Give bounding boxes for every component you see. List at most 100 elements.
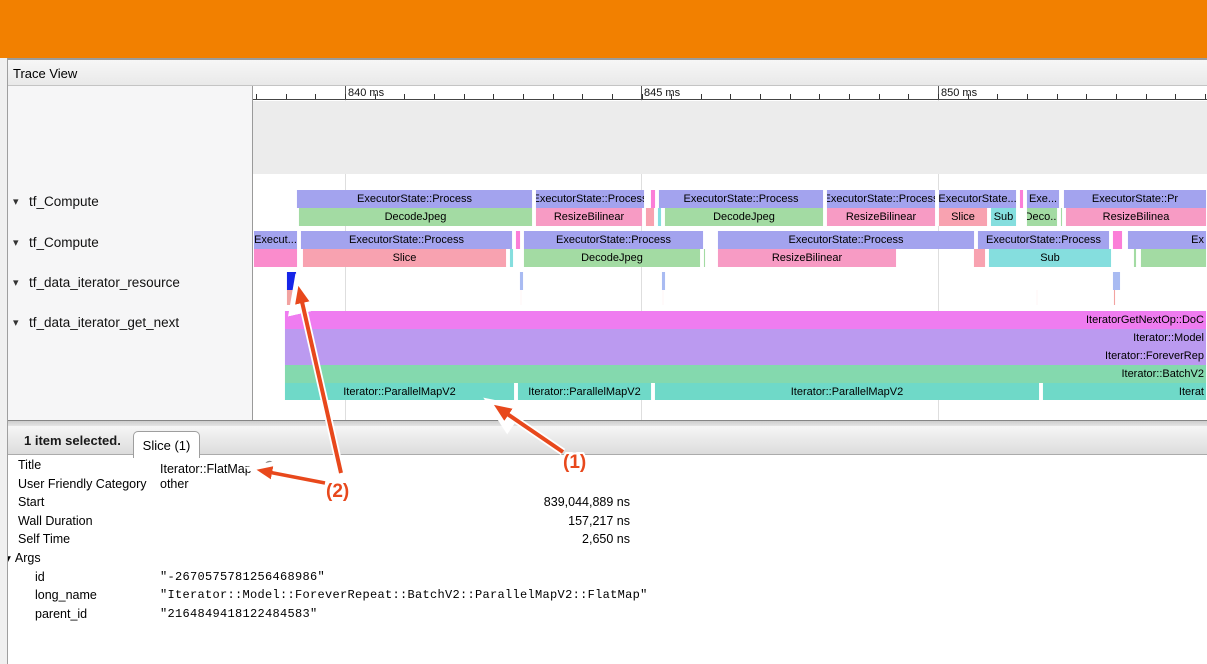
ruler-minor-tick — [938, 94, 939, 99]
trace-slice[interactable] — [253, 249, 298, 267]
trace-slice[interactable]: ExecutorState::Process — [296, 190, 533, 208]
ruler-minor-tick — [434, 94, 435, 99]
trace-slice[interactable] — [973, 249, 986, 267]
browser-header-bar — [0, 0, 1207, 58]
track-group-tf_Compute[interactable]: ▾tf_Compute — [8, 191, 253, 211]
trace-slice[interactable]: Slice — [938, 208, 988, 226]
collapse-triangle-icon: ▾ — [13, 236, 29, 249]
detail-row: ▼Args — [0, 551, 1207, 569]
args-expander[interactable]: ▼Args — [3, 551, 41, 565]
track-group-label: tf_data_iterator_get_next — [29, 315, 179, 330]
trace-slice[interactable]: ExecutorState::Pr — [1063, 190, 1207, 208]
track-group-tf_Compute[interactable]: ▾tf_Compute — [8, 232, 253, 252]
magnifier-icon[interactable] — [264, 460, 279, 475]
trace-slice[interactable] — [1133, 249, 1137, 267]
trace-slice[interactable]: ExecutorState::Process — [717, 231, 975, 249]
detail-row: parent_id "2164849418122484583" — [0, 607, 1207, 625]
arg-value: "2164849418122484583" — [160, 607, 318, 621]
time-ruler: 840 ms845 ms850 ms — [253, 86, 1207, 100]
ruler-minor-tick — [1175, 94, 1176, 99]
trace-slice-selected[interactable] — [286, 272, 297, 290]
ruler-minor-tick — [908, 94, 909, 99]
track-group-label: tf_Compute — [29, 235, 99, 250]
field-label: Wall Duration — [18, 514, 93, 528]
collapse-triangle-icon: ▾ — [13, 276, 29, 289]
ruler-label: 850 ms — [941, 87, 977, 99]
detail-row: id"-2670575781256468986" — [0, 570, 1207, 588]
trace-slice[interactable]: ResizeBilinea — [1065, 208, 1207, 226]
tab-slice[interactable]: Slice (1) — [133, 431, 200, 458]
tab-slice-label: Slice (1) — [143, 438, 191, 453]
trace-slice[interactable] — [1019, 190, 1024, 208]
trace-slice[interactable] — [520, 290, 522, 305]
trace-slice[interactable] — [703, 249, 706, 267]
ruler-minor-tick — [553, 94, 554, 99]
trace-slice[interactable]: ExecutorState::Process — [535, 190, 645, 208]
trace-slice[interactable] — [661, 272, 666, 290]
trace-slice[interactable] — [650, 190, 656, 208]
trace-slice[interactable]: IteratorGetNextOp::DoC — [284, 311, 1207, 329]
trace-slice[interactable] — [1036, 290, 1038, 305]
timeline-canvas[interactable]: 840 ms845 ms850 ms ExecutorState::Proces… — [253, 86, 1207, 420]
trace-slice[interactable] — [286, 290, 296, 305]
arg-key: parent_id — [35, 607, 87, 621]
trace-slice[interactable] — [1113, 290, 1116, 305]
trace-slice[interactable] — [1140, 249, 1207, 267]
trace-timeline-area: ▾tf_Compute▾tf_Compute▾tf_data_iterator_… — [0, 86, 1207, 420]
trace-slice[interactable]: DecodeJpeg — [664, 208, 824, 226]
trace-slice[interactable]: ResizeBilinear — [826, 208, 936, 226]
trace-slice[interactable]: Iterator::BatchV2 — [284, 365, 1207, 383]
track-group-tf_data_iterator_resource[interactable]: ▾tf_data_iterator_resource — [8, 272, 253, 292]
ruler-minor-tick — [1027, 94, 1028, 99]
trace-slice[interactable]: ResizeBilinear — [717, 249, 897, 267]
trace-slice[interactable]: ResizeBilinear — [535, 208, 643, 226]
ruler-minor-tick — [968, 94, 969, 99]
trace-slice[interactable]: Iterator::ParallelMapV2 — [284, 383, 515, 400]
trace-slice[interactable]: Ex — [1127, 231, 1207, 249]
trace-slice[interactable] — [515, 231, 521, 249]
trace-slice[interactable]: Slice — [302, 249, 507, 267]
ruler-label: 845 ms — [644, 87, 680, 99]
trace-slice[interactable]: ExecutorState::Process — [977, 231, 1110, 249]
trace-slice[interactable] — [657, 208, 662, 226]
trace-slice[interactable]: Iterat — [1042, 383, 1207, 400]
ruler-minor-tick — [315, 94, 316, 99]
trace-slice[interactable]: ExecutorState... — [938, 190, 1017, 208]
trace-slice[interactable]: Iterator::Model — [284, 329, 1207, 347]
trace-slice[interactable]: DecodeJpeg — [298, 208, 533, 226]
track-group-tf_data_iterator_get_next[interactable]: ▾tf_data_iterator_get_next — [8, 312, 253, 332]
slice-details: TitleIterator::FlatMapUser Friendly Cate… — [0, 455, 1207, 664]
trace-slice[interactable]: ExecutorState::Process — [300, 231, 513, 249]
trace-slice[interactable]: Deco... — [1026, 208, 1058, 226]
ruler-minor-tick — [760, 94, 761, 99]
track-label-panel: ▾tf_Compute▾tf_Compute▾tf_data_iterator_… — [8, 86, 253, 420]
selection-panel: 1 item selected. Slice (1) TitleIterator… — [0, 426, 1207, 664]
trace-slice[interactable]: ExecutorState::Process — [826, 190, 936, 208]
trace-slice[interactable]: Execut... — [253, 231, 298, 249]
trace-slice[interactable]: Iterator::ParallelMapV2 — [517, 383, 652, 400]
detail-row: Start839,044,889 ns — [0, 495, 1207, 513]
trace-slice[interactable] — [1112, 231, 1123, 249]
trace-slice[interactable]: ExecutorState::Process — [658, 190, 824, 208]
track-group-label: tf_data_iterator_resource — [29, 275, 180, 290]
field-value: other — [160, 477, 189, 491]
trace-slice[interactable] — [1060, 208, 1063, 226]
trace-slice[interactable]: DecodeJpeg — [523, 249, 701, 267]
trace-slice[interactable]: Iterator::ForeverRep — [284, 347, 1207, 365]
ruler-minor-tick — [523, 94, 524, 99]
trace-slice[interactable] — [1112, 272, 1121, 290]
trace-slice[interactable] — [662, 290, 664, 305]
selection-status: 1 item selected. — [24, 433, 121, 448]
detail-row: Wall Duration157,217 ns — [0, 514, 1207, 532]
trace-view-title: Trace View — [13, 66, 77, 81]
trace-slice[interactable]: ExecutorState::Process — [523, 231, 704, 249]
trace-slice[interactable] — [509, 249, 514, 267]
arg-key: long_name — [35, 588, 97, 602]
trace-slice[interactable] — [645, 208, 655, 226]
trace-slice[interactable]: Iterator::ParallelMapV2 — [654, 383, 1040, 400]
selection-panel-header: 1 item selected. Slice (1) — [0, 426, 1207, 455]
trace-slice[interactable]: Exe... — [1026, 190, 1060, 208]
trace-slice[interactable]: Sub — [990, 208, 1017, 226]
trace-slice[interactable]: Sub — [988, 249, 1112, 267]
trace-slice[interactable] — [519, 272, 524, 290]
